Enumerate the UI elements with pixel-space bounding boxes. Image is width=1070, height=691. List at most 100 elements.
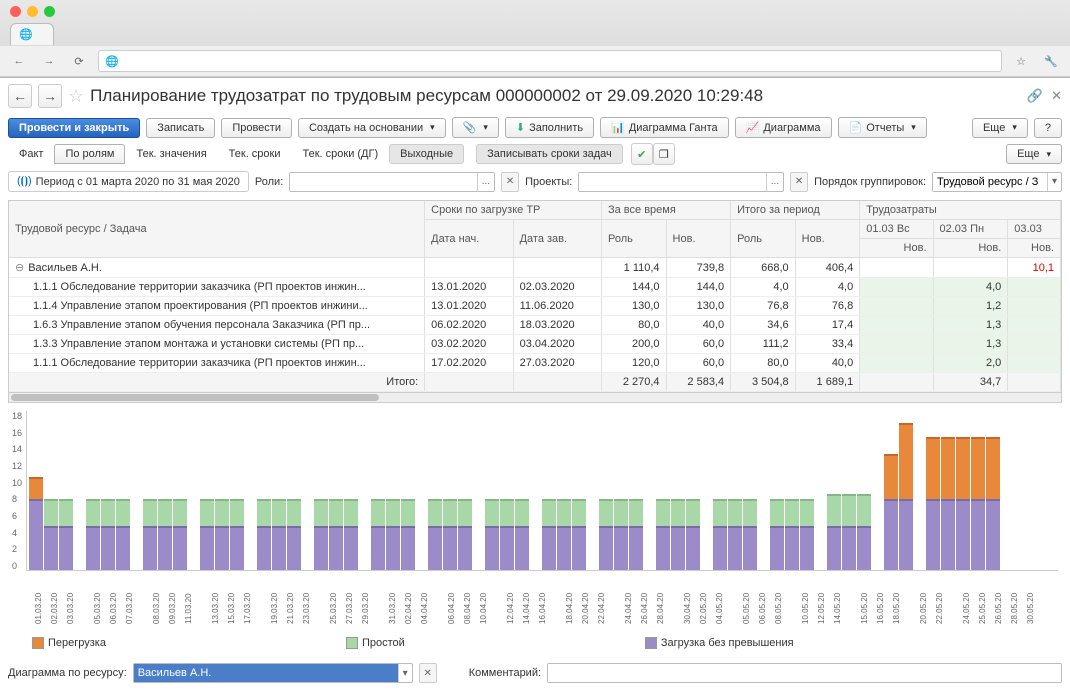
resource-combo[interactable]: ▾	[133, 663, 413, 683]
x-tick: 06.04.20	[447, 593, 461, 631]
task-name: 1.6.3 Управление этапом обучения персона…	[9, 316, 425, 335]
horizontal-scrollbar[interactable]	[9, 392, 1061, 402]
report-icon: 📄	[849, 121, 863, 134]
col-date-start[interactable]: Дата нач.	[425, 220, 513, 258]
fill-button[interactable]: ⬇Заполнить	[505, 117, 594, 138]
reports-button[interactable]: 📄Отчеты	[838, 117, 927, 138]
x-tick: 29.03.20	[361, 593, 375, 631]
cell: 144,0	[666, 278, 731, 297]
url-bar[interactable]: 🌐	[98, 50, 1002, 72]
more-button[interactable]: Еще	[972, 118, 1028, 138]
copy-icon-button[interactable]: ❐	[653, 143, 675, 165]
submit-close-button[interactable]: Провести и закрыть	[8, 118, 140, 138]
period-filter[interactable]: (⦗⦘)Период с 01 марта 2020 по 31 мая 202…	[8, 171, 249, 192]
clear-roles-button[interactable]: ✕	[501, 172, 519, 192]
roles-combo[interactable]: ...	[289, 172, 495, 192]
more-tabs-button[interactable]: Еще	[1006, 144, 1062, 164]
favorite-icon[interactable]: ☆	[68, 86, 84, 107]
x-tick: 02.03.20	[50, 593, 64, 631]
resource-row[interactable]: ⊖Васильев А.Н. 1 110,4 739,8 668,0 406,4…	[9, 258, 1061, 278]
data-table: Трудовой ресурс / Задача Сроки по загруз…	[8, 200, 1062, 403]
bar	[386, 499, 400, 570]
comment-input[interactable]	[547, 663, 1062, 683]
table-row[interactable]: 1.1.1 Обследование территории заказчика …	[9, 278, 1061, 297]
chevron-down-icon[interactable]: ▾	[398, 664, 412, 682]
col-d1[interactable]: 01.03 Вс	[860, 220, 933, 239]
nav-forward-button[interactable]: →	[38, 84, 62, 108]
tab-cur-dates[interactable]: Тек. сроки	[218, 144, 292, 164]
table-row[interactable]: 1.1.4 Управление этапом проектирования (…	[9, 297, 1061, 316]
bar	[329, 499, 343, 570]
close-icon[interactable]: ✕	[1051, 88, 1062, 104]
x-tick: 14.04.20	[522, 593, 536, 631]
tab-by-roles[interactable]: По ролям	[54, 144, 125, 164]
swatch-idle	[346, 637, 358, 649]
col-date-end[interactable]: Дата зав.	[513, 220, 601, 258]
attach-icon: 📎	[463, 121, 477, 134]
tab-weekends[interactable]: Выходные	[389, 144, 464, 164]
minimize-window-icon[interactable]	[27, 6, 38, 17]
back-browser-icon[interactable]: ←	[8, 50, 30, 72]
reload-icon[interactable]: ⟳	[68, 50, 90, 72]
col-new2[interactable]: Нов.	[795, 220, 860, 258]
gantt-button[interactable]: 📊Диаграмма Ганта	[600, 117, 729, 138]
bar	[458, 499, 472, 570]
nav-back-button[interactable]: ←	[8, 84, 32, 108]
cell: 76,8	[795, 297, 860, 316]
arrow-down-icon: ⬇	[516, 121, 525, 134]
clear-resource-button[interactable]: ✕	[419, 663, 437, 683]
scroll-thumb[interactable]	[11, 394, 379, 401]
maximize-window-icon[interactable]	[44, 6, 55, 17]
bar	[956, 437, 970, 570]
projects-label: Проекты:	[525, 176, 572, 188]
projects-combo[interactable]: ...	[578, 172, 784, 192]
wrench-icon[interactable]: 🔧	[1040, 50, 1062, 72]
browser-tab[interactable]: 🌐	[10, 23, 54, 45]
table-row[interactable]: 1.1.1 Обследование территории заказчика …	[9, 354, 1061, 373]
x-tick: 12.05.20	[817, 593, 831, 631]
x-tick: 08.03.20	[152, 593, 166, 631]
link-icon[interactable]: 🔗	[1027, 88, 1043, 104]
chevron-down-icon[interactable]: ▾	[1047, 173, 1061, 191]
ellipsis-icon[interactable]: ...	[766, 173, 783, 191]
col-d2[interactable]: 02.03 Пн	[933, 220, 1008, 239]
group-order-label: Порядок группировок:	[814, 176, 926, 188]
collapse-icon[interactable]: ⊖	[15, 262, 28, 274]
close-window-icon[interactable]	[10, 6, 21, 17]
table-row[interactable]: 1.6.3 Управление этапом обучения персона…	[9, 316, 1061, 335]
cell: 03.02.2020	[425, 335, 513, 354]
cell: 1 110,4	[601, 258, 666, 278]
bar	[614, 499, 628, 570]
write-button[interactable]: Записать	[146, 118, 215, 138]
cell: 76,8	[731, 297, 796, 316]
col-d2-new: Нов.	[933, 239, 1008, 258]
create-based-button[interactable]: Создать на основании	[298, 118, 446, 138]
col-role2[interactable]: Роль	[731, 220, 796, 258]
cell: 34,7	[933, 373, 1008, 392]
tab-cur-dates-dg[interactable]: Тек. сроки (ДГ)	[292, 144, 390, 164]
submit-button[interactable]: Провести	[221, 118, 292, 138]
tab-write-task-dates[interactable]: Записывать сроки задач	[476, 144, 623, 164]
clear-projects-button[interactable]: ✕	[790, 172, 808, 192]
bar	[314, 499, 328, 570]
cell: 17.02.2020	[425, 354, 513, 373]
tab-fact[interactable]: Факт	[8, 144, 54, 164]
bookmark-icon[interactable]: ☆	[1010, 50, 1032, 72]
col-new1[interactable]: Нов.	[666, 220, 731, 258]
check-icon-button[interactable]: ✔	[631, 143, 653, 165]
col-role1[interactable]: Роль	[601, 220, 666, 258]
table-row[interactable]: 1.3.3 Управление этапом монтажа и устано…	[9, 335, 1061, 354]
x-tick: 16.05.20	[876, 593, 890, 631]
diagram-button[interactable]: 📈Диаграмма	[735, 117, 832, 138]
help-button[interactable]: ?	[1034, 118, 1062, 138]
x-tick: 01.03.20	[34, 593, 48, 631]
tab-cur-values[interactable]: Тек. значения	[125, 144, 217, 164]
forward-browser-icon[interactable]: →	[38, 50, 60, 72]
cell: 668,0	[731, 258, 796, 278]
group-order-combo[interactable]: ▾	[932, 172, 1062, 192]
col-d3[interactable]: 03.03	[1008, 220, 1061, 239]
col-resource[interactable]: Трудовой ресурс / Задача	[9, 201, 425, 258]
ellipsis-icon[interactable]: ...	[477, 173, 494, 191]
x-tick: 31.03.20	[388, 593, 402, 631]
attach-button[interactable]: 📎	[452, 117, 499, 138]
